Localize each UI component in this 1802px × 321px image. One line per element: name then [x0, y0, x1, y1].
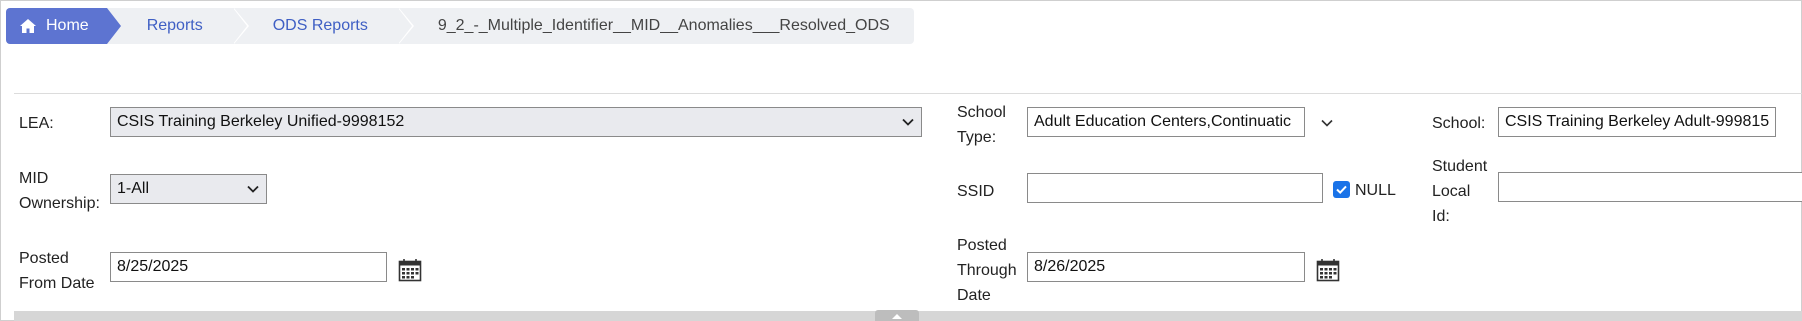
posted-through-label-line3: Date: [957, 287, 991, 304]
mid-ownership-label-line2: Ownership:: [19, 195, 100, 212]
mid-ownership-select[interactable]: 1-All: [110, 174, 267, 204]
null-checkbox[interactable]: [1333, 181, 1350, 198]
posted-from-label-line1: Posted: [19, 250, 69, 267]
checkmark-icon: [1336, 185, 1347, 195]
chevron-down-icon: [902, 118, 914, 126]
breadcrumb-ods-reports-label: ODS Reports: [272, 17, 368, 34]
calendar-icon[interactable]: [398, 258, 422, 282]
lea-select-value: CSIS Training Berkeley Unified-9998152: [117, 113, 405, 130]
school-input[interactable]: CSIS Training Berkeley Adult-999815: [1498, 107, 1776, 137]
school-type-label: School Type:: [957, 100, 1006, 150]
null-label: NULL: [1355, 182, 1396, 199]
posted-through-label-line1: Posted: [957, 237, 1007, 254]
school-type-input[interactable]: Adult Education Centers,Continuatic: [1027, 107, 1305, 137]
school-type-value: Adult Education Centers,Continuatic: [1034, 113, 1292, 130]
breadcrumb-reports-label: Reports: [146, 17, 203, 34]
calendar-icon[interactable]: [1316, 258, 1340, 282]
posted-from-value: 8/25/2025: [117, 258, 189, 275]
home-icon: [20, 19, 36, 33]
triangle-up-icon: [892, 313, 902, 319]
school-label: School:: [1432, 115, 1486, 132]
mid-ownership-label: MID Ownership:: [19, 166, 100, 216]
student-local-id-label-line1: Student: [1432, 158, 1488, 175]
student-local-id-label-line3: Id:: [1432, 208, 1450, 225]
student-local-id-label-line2: Local: [1432, 183, 1471, 200]
lea-label: LEA:: [19, 115, 54, 132]
mid-ownership-label-line1: MID: [19, 170, 49, 187]
posted-through-label-line2: Through: [957, 262, 1017, 279]
breadcrumb-current-label: 9_2_-_Multiple_Identifier__MID__Anomalie…: [437, 17, 890, 34]
ssid-label: SSID: [957, 183, 995, 200]
lea-select[interactable]: CSIS Training Berkeley Unified-9998152: [110, 107, 922, 137]
posted-through-input[interactable]: 8/26/2025: [1027, 252, 1305, 282]
student-local-id-input[interactable]: [1498, 172, 1802, 202]
school-value: CSIS Training Berkeley Adult-999815: [1505, 113, 1770, 130]
breadcrumb-home-label: Home: [46, 17, 89, 34]
breadcrumb-current: 9_2_-_Multiple_Identifier__MID__Anomalie…: [398, 8, 914, 44]
chevron-down-icon: [247, 185, 259, 193]
school-type-label-line1: School: [957, 104, 1006, 121]
posted-through-label: Posted Through Date: [957, 233, 1017, 308]
student-local-id-label: Student Local Id:: [1432, 154, 1487, 229]
mid-ownership-value: 1-All: [117, 180, 150, 197]
posted-through-value: 8/26/2025: [1034, 258, 1106, 275]
breadcrumb: Home Reports ODS Reports 9_2_-_Multiple_…: [6, 8, 914, 44]
breadcrumb-home[interactable]: Home: [6, 8, 121, 44]
posted-from-label-line2: From Date: [19, 275, 95, 292]
posted-from-input[interactable]: 8/25/2025: [110, 252, 387, 282]
school-type-chevron-down-icon[interactable]: [1320, 116, 1334, 130]
breadcrumb-ods-reports[interactable]: ODS Reports: [233, 8, 415, 44]
collapse-up-icon[interactable]: [875, 310, 919, 321]
school-type-label-line2: Type:: [957, 129, 997, 146]
posted-from-label: Posted From Date: [19, 246, 95, 296]
ssid-input[interactable]: [1027, 173, 1323, 203]
breadcrumb-reports[interactable]: Reports: [107, 8, 249, 44]
